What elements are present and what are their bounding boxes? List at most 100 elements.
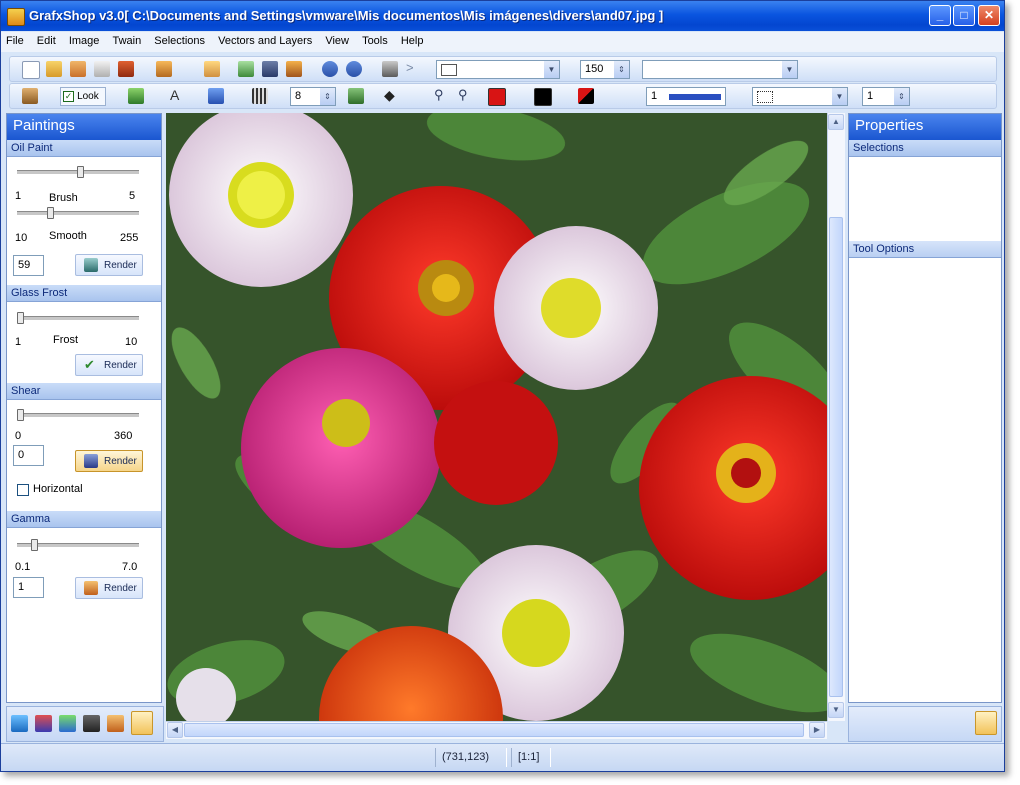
check-icon: ✓: [63, 90, 74, 102]
landscape-icon[interactable]: [11, 715, 28, 732]
menu-twain[interactable]: Twain: [107, 32, 146, 47]
zoom-spin[interactable]: 150 ⇕: [580, 60, 630, 79]
scroll-left-icon[interactable]: ◀: [167, 722, 183, 738]
menu-tools[interactable]: Tools: [357, 32, 393, 47]
shear-slider[interactable]: [17, 409, 139, 421]
frost-slider[interactable]: [17, 312, 139, 324]
image-canvas[interactable]: [166, 113, 827, 721]
copy-icon[interactable]: [94, 61, 110, 77]
layers-icon[interactable]: [156, 61, 172, 77]
menu-edit[interactable]: Edit: [32, 32, 61, 47]
open-file-icon[interactable]: [46, 61, 62, 77]
swap-colors-icon[interactable]: [578, 88, 594, 104]
foreground-color-swatch[interactable]: [488, 88, 506, 106]
menu-help[interactable]: Help: [396, 32, 429, 47]
smooth-slider-thumb[interactable]: [47, 207, 54, 219]
extra-spin[interactable]: 1 ⇕: [862, 87, 910, 106]
title-bar[interactable]: GrafxShop v3.0[ C:\Documents and Setting…: [1, 1, 1004, 31]
horizontal-scroll-thumb[interactable]: [184, 723, 804, 737]
maximize-button[interactable]: □: [953, 5, 975, 26]
line-width-select[interactable]: 1: [646, 87, 726, 106]
bucket-icon[interactable]: [208, 88, 224, 104]
menu-image[interactable]: Image: [64, 32, 105, 47]
zoom-ratio: [1:1]: [511, 748, 551, 767]
brush-slider[interactable]: [17, 166, 139, 178]
smooth-slider[interactable]: [17, 207, 139, 219]
glass-frost-render-button[interactable]: ✔ Render: [75, 354, 143, 376]
person-icon[interactable]: [204, 61, 220, 77]
paintings-title: Paintings: [7, 114, 161, 140]
app-window: GrafxShop v3.0[ C:\Documents and Setting…: [0, 0, 1005, 772]
diamond-icon[interactable]: ◆: [384, 88, 400, 104]
spin-arrows-icon: ⇕: [614, 61, 629, 78]
gamma-section: 0.1 7.0 1 Render: [7, 528, 161, 608]
oil-paint-header[interactable]: Oil Paint: [7, 140, 161, 157]
scroll-up-icon[interactable]: ▲: [828, 114, 844, 130]
render-icon: [84, 581, 98, 595]
shear-section: 0 360 0 Render Horizontal: [7, 400, 161, 511]
brush-slider-thumb[interactable]: [77, 166, 84, 178]
pyramid-icon[interactable]: [107, 715, 124, 732]
vertical-scrollbar[interactable]: ▲ ▼: [827, 113, 845, 721]
save-icon[interactable]: [118, 61, 134, 77]
palette-icon[interactable]: [35, 715, 52, 732]
shear-header[interactable]: Shear: [7, 383, 161, 400]
shear-slider-thumb[interactable]: [17, 409, 24, 421]
background-color-swatch[interactable]: [534, 88, 552, 106]
gamma-render-button[interactable]: Render: [75, 577, 143, 599]
chevron-down-icon: ▼: [782, 61, 797, 78]
book-icon[interactable]: [262, 61, 278, 77]
vertical-scroll-thumb[interactable]: [829, 217, 843, 697]
gamma-header[interactable]: Gamma: [7, 511, 161, 528]
render-icon: [84, 454, 98, 468]
picture-icon[interactable]: [59, 715, 76, 732]
shear-value-input[interactable]: 0: [13, 445, 44, 466]
export-icon[interactable]: [238, 61, 254, 77]
redo-icon[interactable]: [346, 61, 362, 77]
paint-tool-icon[interactable]: [128, 88, 144, 104]
glass-frost-header[interactable]: Glass Frost: [7, 285, 161, 302]
grid-icon[interactable]: [252, 88, 268, 104]
frost-slider-thumb[interactable]: [17, 312, 24, 324]
text-tool-icon[interactable]: A: [170, 88, 186, 104]
selections-header[interactable]: Selections: [849, 140, 1001, 157]
shear-render-button[interactable]: Render: [75, 450, 143, 472]
horizontal-scrollbar[interactable]: ◀ ▶: [166, 721, 827, 739]
render-icon: [84, 258, 98, 272]
scroll-down-icon[interactable]: ▼: [828, 702, 844, 718]
font-select[interactable]: ▼: [642, 60, 798, 79]
minimize-button[interactable]: _: [929, 5, 951, 26]
paintings-category-icon[interactable]: [131, 711, 153, 735]
new-file-icon[interactable]: [22, 61, 40, 79]
oil-paint-value-input[interactable]: 59: [13, 255, 44, 276]
cube-icon[interactable]: [286, 61, 302, 77]
tool-options-header[interactable]: Tool Options: [849, 241, 1001, 258]
horizontal-checkbox[interactable]: [17, 484, 29, 496]
chevron-down-icon: ▼: [832, 88, 847, 105]
effects-icon[interactable]: [83, 715, 100, 732]
close-button[interactable]: ✕: [978, 5, 1000, 26]
gamma-slider[interactable]: [17, 539, 139, 551]
arrow-icon[interactable]: >: [406, 61, 422, 77]
menu-file[interactable]: File: [1, 32, 29, 47]
selection-shape-select[interactable]: ▼: [752, 87, 848, 106]
print-icon[interactable]: [382, 61, 398, 77]
look-toggle[interactable]: ✓ Look: [60, 87, 106, 106]
hand-icon[interactable]: [22, 88, 38, 104]
open-recent-icon[interactable]: [70, 61, 86, 77]
scroll-right-icon[interactable]: ▶: [809, 722, 825, 738]
menu-selections[interactable]: Selections: [149, 32, 210, 47]
render-label: Render: [104, 260, 137, 271]
zoom-out-icon[interactable]: ⚲: [458, 88, 474, 104]
gift-icon[interactable]: [975, 711, 997, 735]
menu-view[interactable]: View: [320, 32, 354, 47]
zoom-in-icon[interactable]: ⚲: [434, 88, 450, 104]
gamma-slider-thumb[interactable]: [31, 539, 38, 551]
oil-paint-render-button[interactable]: Render: [75, 254, 143, 276]
undo-icon[interactable]: [322, 61, 338, 77]
size-spin[interactable]: 8 ⇕: [290, 87, 336, 106]
gamma-value-input[interactable]: 1: [13, 577, 44, 598]
menu-vectors-and-layers[interactable]: Vectors and Layers: [213, 32, 317, 47]
shape-select[interactable]: ▼: [436, 60, 560, 79]
shape-fill-icon[interactable]: [348, 88, 364, 104]
